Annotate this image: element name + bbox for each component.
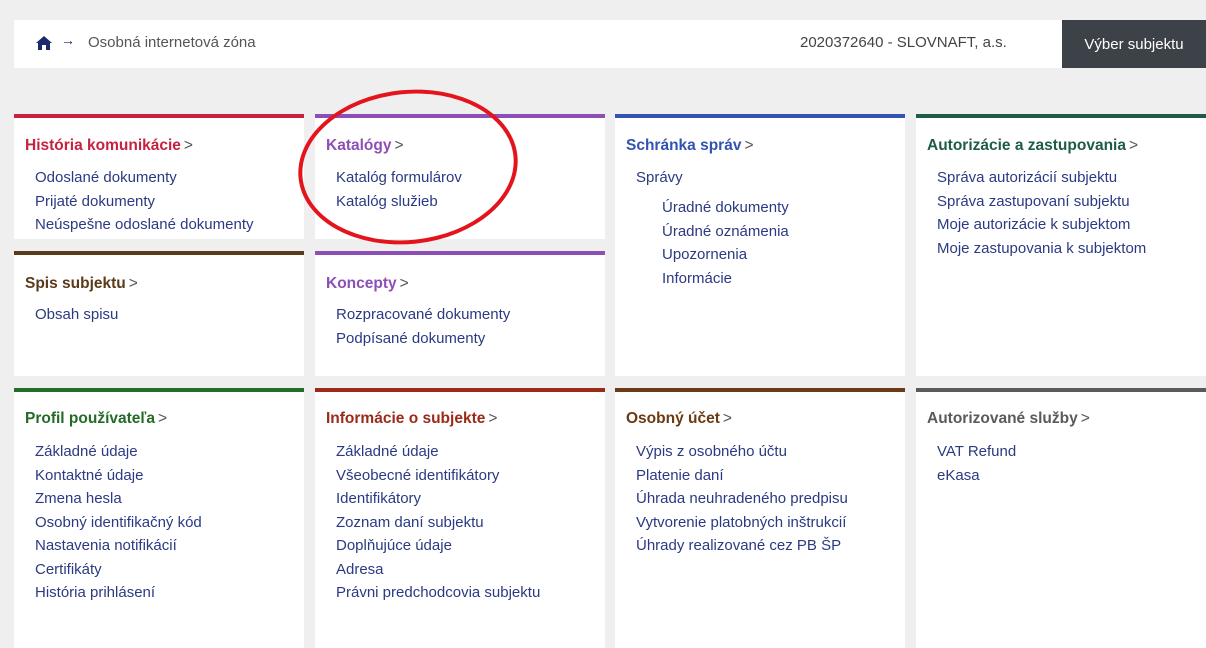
link-autorizovane-1[interactable]: eKasa — [937, 464, 1016, 488]
link-profil-6[interactable]: História prihlásení — [35, 581, 202, 605]
card-title-text: Schránka správ — [626, 137, 742, 154]
breadcrumb-arrow-icon: → — [61, 32, 75, 48]
link-profil-4[interactable]: Nastavenia notifikácií — [35, 534, 202, 558]
link-historia-1[interactable]: Prijaté dokumenty — [35, 190, 253, 214]
card-koncepty: Koncepty > Rozpracované dokumenty Podpísan… — [315, 251, 605, 376]
card-title-text: Autorizované služby — [927, 410, 1078, 427]
link-profil-5[interactable]: Certifikáty — [35, 558, 202, 582]
link-list: Správa autorizácií subjektu Správa zastup… — [937, 166, 1146, 260]
link-list: Katalóg formulárov Katalóg služieb — [336, 166, 462, 213]
card-ucet: Osobný účet > Výpis z osobného účtu Platen… — [615, 388, 905, 648]
breadcrumb[interactable]: Osobná internetová zóna — [88, 34, 256, 51]
link-historia-2[interactable]: Neúspešne odoslané dokumenty — [35, 213, 253, 237]
link-informacie-2[interactable]: Identifikátory — [336, 487, 540, 511]
link-informacie-1[interactable]: Všeobecné identifikátory — [336, 464, 540, 488]
card-informacie: Informácie o subjekte > Základné údaje Vše… — [315, 388, 605, 648]
link-informacie-5[interactable]: Adresa — [336, 558, 540, 582]
link-ucet-0[interactable]: Výpis z osobného účtu — [636, 440, 848, 464]
link-katalogy-0[interactable]: Katalóg formulárov — [336, 166, 462, 190]
link-list: Výpis z osobného účtu Platenie daní Úhrada… — [636, 440, 848, 558]
card-title-spis[interactable]: Spis subjektu > — [25, 275, 138, 293]
card-profil: Profil používateľa > Základné údaje Kontak… — [14, 388, 304, 648]
link-list: Základné údaje Kontaktné údaje Zmena hesla… — [35, 440, 202, 605]
link-profil-1[interactable]: Kontaktné údaje — [35, 464, 202, 488]
link-informacie-4[interactable]: Doplňujúce údaje — [336, 534, 540, 558]
link-list: Rozpracované dokumenty Podpísané dokument… — [336, 303, 510, 350]
card-title-text: Informácie o subjekte — [326, 410, 486, 427]
card-title-text: Koncepty — [326, 275, 397, 292]
link-list: Odoslané dokumenty Prijaté dokumenty Neúsp… — [35, 166, 253, 237]
card-katalogy: Katalógy > Katalóg formulárov Katalóg služ… — [315, 114, 605, 239]
link-autorizovane-0[interactable]: VAT Refund — [937, 440, 1016, 464]
card-autorizacie: Autorizácie a zastupovania > Správa autor… — [916, 114, 1206, 376]
card-title-text: Autorizácie a zastupovania — [927, 137, 1126, 154]
chevron-right-icon: > — [744, 137, 754, 154]
link-profil-2[interactable]: Zmena hesla — [35, 487, 202, 511]
link-koncepty-0[interactable]: Rozpracované dokumenty — [336, 303, 510, 327]
sublink-schranka-1[interactable]: Úradné oznámenia — [662, 220, 789, 244]
card-title-ucet[interactable]: Osobný účet > — [626, 410, 732, 428]
card-title-text: História komunikácie — [25, 137, 181, 154]
chevron-right-icon: > — [183, 137, 193, 154]
card-title-katalogy[interactable]: Katalógy > — [326, 137, 404, 155]
link-ucet-3[interactable]: Vytvorenie platobných inštrukcií — [636, 511, 848, 535]
chevron-right-icon: > — [128, 275, 138, 292]
card-title-historia[interactable]: História komunikácie > — [25, 137, 193, 155]
card-historia: História komunikácie > Odoslané dokumenty… — [14, 114, 304, 239]
card-title-koncepty[interactable]: Koncepty > — [326, 275, 409, 293]
chevron-right-icon: > — [488, 410, 498, 427]
card-title-autorizovane[interactable]: Autorizované služby > — [927, 410, 1090, 428]
card-title-text: Osobný účet — [626, 410, 720, 427]
link-ucet-4[interactable]: Úhrady realizované cez PB ŠP — [636, 534, 848, 558]
chevron-right-icon: > — [158, 410, 168, 427]
link-autorizacie-3[interactable]: Moje zastupovania k subjektom — [937, 237, 1146, 261]
link-list: Obsah spisu — [35, 303, 118, 327]
sub-link-list: Úradné dokumenty Úradné oznámenia Upozorne… — [662, 196, 789, 290]
sublink-schranka-3[interactable]: Informácie — [662, 267, 789, 291]
home-icon[interactable] — [34, 33, 54, 53]
select-subject-button[interactable]: Výber subjektu — [1062, 20, 1206, 68]
sublink-schranka-0[interactable]: Úradné dokumenty — [662, 196, 789, 220]
link-autorizacie-0[interactable]: Správa autorizácií subjektu — [937, 166, 1146, 190]
link-spis-0[interactable]: Obsah spisu — [35, 303, 118, 327]
link-profil-3[interactable]: Osobný identifikačný kód — [35, 511, 202, 535]
chevron-right-icon: > — [394, 137, 404, 154]
link-koncepty-1[interactable]: Podpísané dokumenty — [336, 327, 510, 351]
card-title-text: Spis subjektu — [25, 275, 126, 292]
chevron-right-icon: > — [1128, 137, 1139, 154]
card-title-schranka[interactable]: Schránka správ > — [626, 137, 754, 155]
link-list: Základné údaje Všeobecné identifikátory Id… — [336, 440, 540, 605]
link-ucet-1[interactable]: Platenie daní — [636, 464, 848, 488]
link-list: VAT Refund eKasa — [937, 440, 1016, 487]
card-title-informacie[interactable]: Informácie o subjekte > — [326, 410, 497, 428]
card-title-autorizacie[interactable]: Autorizácie a zastupovania > — [927, 137, 1138, 155]
link-autorizacie-2[interactable]: Moje autorizácie k subjektom — [937, 213, 1146, 237]
link-katalogy-1[interactable]: Katalóg služieb — [336, 190, 462, 214]
chevron-right-icon: > — [722, 410, 732, 427]
chevron-right-icon: > — [399, 275, 409, 292]
link-informacie-3[interactable]: Zoznam daní subjektu — [336, 511, 540, 535]
card-autorizovane: Autorizované služby > VAT Refund eKasa — [916, 388, 1206, 648]
sublink-schranka-2[interactable]: Upozornenia — [662, 243, 789, 267]
top-bar: → Osobná internetová zóna 2020372640 - S… — [14, 20, 1206, 68]
link-list: Správy — [636, 166, 683, 190]
link-autorizacie-1[interactable]: Správa zastupovaní subjektu — [937, 190, 1146, 214]
chevron-right-icon: > — [1080, 410, 1090, 427]
subject-label: 2020372640 - SLOVNAFT, a.s. — [800, 34, 1007, 51]
link-schranka-0[interactable]: Správy — [636, 166, 683, 190]
link-historia-0[interactable]: Odoslané dokumenty — [35, 166, 253, 190]
link-informacie-0[interactable]: Základné údaje — [336, 440, 540, 464]
card-title-text: Profil používateľa — [25, 410, 155, 427]
card-title-profil[interactable]: Profil používateľa > — [25, 410, 167, 428]
card-schranka: Schránka správ > Správy Úradné dokumenty Ú… — [615, 114, 905, 376]
link-profil-0[interactable]: Základné údaje — [35, 440, 202, 464]
link-ucet-2[interactable]: Úhrada neuhradeného predpisu — [636, 487, 848, 511]
card-spis: Spis subjektu > Obsah spisu — [14, 251, 304, 376]
link-informacie-6[interactable]: Právni predchodcovia subjektu — [336, 581, 540, 605]
card-title-text: Katalógy — [326, 137, 392, 154]
